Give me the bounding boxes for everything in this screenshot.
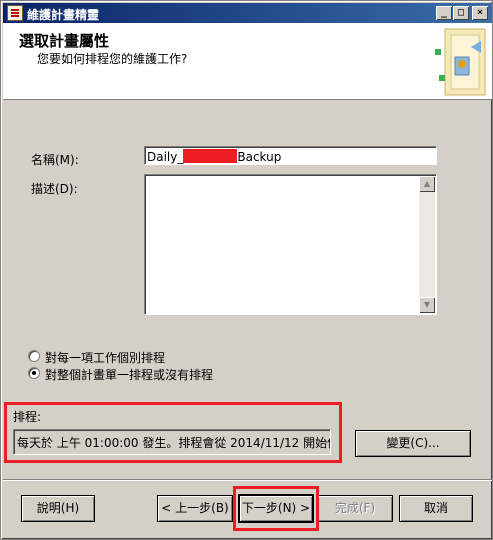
name-label: 名稱(M):	[31, 153, 79, 167]
change-schedule-button[interactable]: 變更(C)...	[355, 430, 471, 457]
redaction-mark	[183, 149, 238, 163]
highlight-box-next	[233, 486, 319, 531]
maintenance-plan-wizard-window: 維護計畫精靈 _ □ × 選取計畫屬性 您要如何排程您的維護工作? 名稱(M):…	[0, 0, 493, 540]
wizard-header: 選取計畫屬性 您要如何排程您的維護工作?	[3, 23, 492, 100]
footer-divider	[3, 479, 492, 481]
page-title: 選取計畫屬性	[19, 32, 110, 50]
page-subtitle: 您要如何排程您的維護工作?	[37, 52, 188, 66]
name-field[interactable]: Daily_ Backup	[144, 146, 437, 165]
maximize-icon[interactable]: □	[453, 6, 469, 20]
name-value-suffix: Backup	[237, 150, 282, 164]
radio-each-task-label[interactable]: 對每一項工作個別排程	[45, 349, 165, 366]
title-bar[interactable]: 維護計畫精靈 _ □ ×	[3, 3, 492, 23]
name-value-prefix: Daily_	[147, 150, 184, 164]
window-title: 維護計畫精靈	[27, 8, 100, 22]
radio-whole-plan-label[interactable]: 對整個計畫單一排程或沒有排程	[45, 366, 213, 383]
minimize-icon[interactable]: _	[436, 6, 452, 20]
wizard-banner-icon	[435, 28, 486, 96]
highlight-box-schedule	[4, 402, 342, 463]
description-label: 描述(D):	[31, 182, 78, 196]
close-icon[interactable]: ×	[472, 6, 488, 20]
back-button[interactable]: < 上一步(B)	[157, 495, 233, 522]
description-field[interactable]: ▲ ▼	[144, 174, 437, 315]
app-icon	[7, 5, 23, 21]
radio-each-task[interactable]	[28, 350, 40, 362]
cancel-button[interactable]: 取消	[399, 495, 473, 522]
description-scrollbar[interactable]: ▲ ▼	[419, 176, 435, 313]
radio-whole-plan[interactable]	[28, 367, 40, 379]
scroll-up-icon[interactable]: ▲	[419, 176, 435, 192]
help-button[interactable]: 說明(H)	[21, 495, 95, 522]
finish-button[interactable]: 完成(F)	[317, 495, 393, 522]
scroll-down-icon[interactable]: ▼	[419, 297, 435, 313]
